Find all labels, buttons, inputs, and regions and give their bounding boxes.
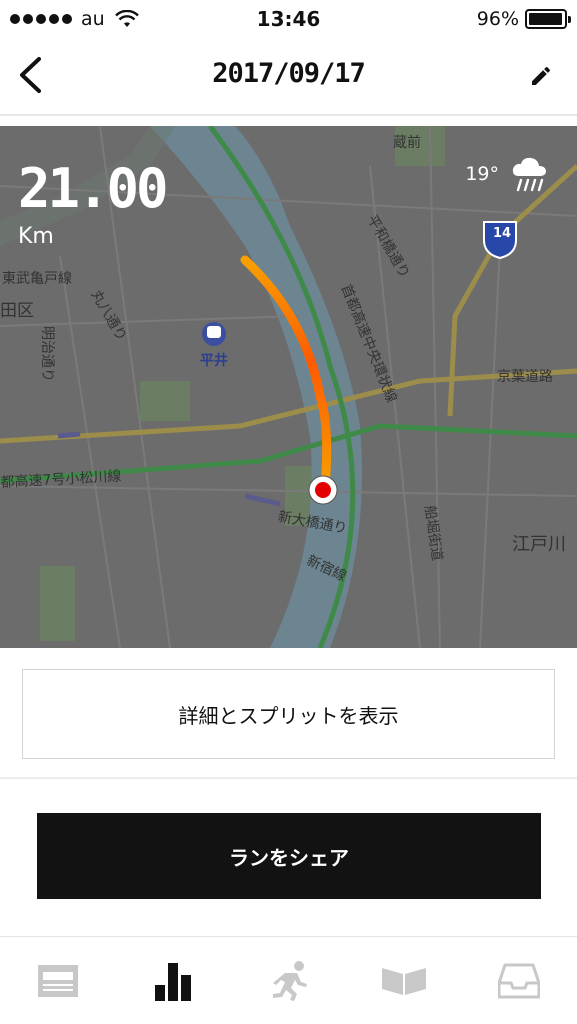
- map-label: 田区: [0, 301, 34, 321]
- pencil-icon: [532, 67, 550, 85]
- runner-icon: [272, 960, 307, 1001]
- carrier-name: au: [81, 8, 105, 30]
- tab-run[interactable]: [231, 937, 346, 1024]
- weather-info: 19°: [465, 154, 549, 194]
- tab-activity[interactable]: [115, 937, 230, 1024]
- route-number-label: 14: [493, 226, 512, 241]
- rain-cloud-icon: [512, 157, 546, 192]
- distance-display: 21.00 Km: [18, 157, 169, 250]
- open-book-icon: [381, 967, 426, 995]
- road-label: 京葉道路: [497, 369, 553, 385]
- newspaper-icon: [37, 964, 78, 997]
- distance-unit: Km: [18, 224, 54, 249]
- tab-feed[interactable]: [0, 937, 115, 1024]
- tab-inbox[interactable]: [462, 937, 577, 1024]
- temperature: 19°: [465, 163, 499, 185]
- map-label: 江戸川: [512, 534, 566, 555]
- tab-bar: [0, 936, 577, 1024]
- map-label: 明治通り: [39, 326, 55, 382]
- map-label: 蔵前: [393, 135, 421, 151]
- signal-strength-icon: [10, 14, 72, 24]
- edit-button[interactable]: [525, 60, 557, 92]
- map-label: 東武亀戸線: [2, 271, 72, 287]
- tab-plans[interactable]: [346, 937, 461, 1024]
- navigation-bar: 2017/09/17: [0, 38, 577, 116]
- battery-percent: 96%: [476, 8, 519, 30]
- view-details-splits-button[interactable]: 詳細とスプリットを表示: [22, 669, 555, 759]
- page-title: 2017/09/17: [212, 58, 366, 89]
- station-label: 平井: [200, 353, 228, 369]
- inbox-tray-icon: [498, 963, 541, 998]
- status-bar: au 13:46 96%: [0, 0, 577, 38]
- distance-value: 21.00: [18, 157, 169, 220]
- section-divider: [0, 777, 577, 779]
- bar-chart-icon: [155, 962, 192, 1001]
- share-run-button[interactable]: ランをシェア: [37, 813, 541, 899]
- battery-icon: [525, 9, 571, 29]
- wifi-icon: [114, 10, 139, 27]
- route-map[interactable]: 21.00 Km 19° 蔵前 平和橋通り 14 東武亀戸線 田区 丸八通り 明…: [0, 126, 577, 648]
